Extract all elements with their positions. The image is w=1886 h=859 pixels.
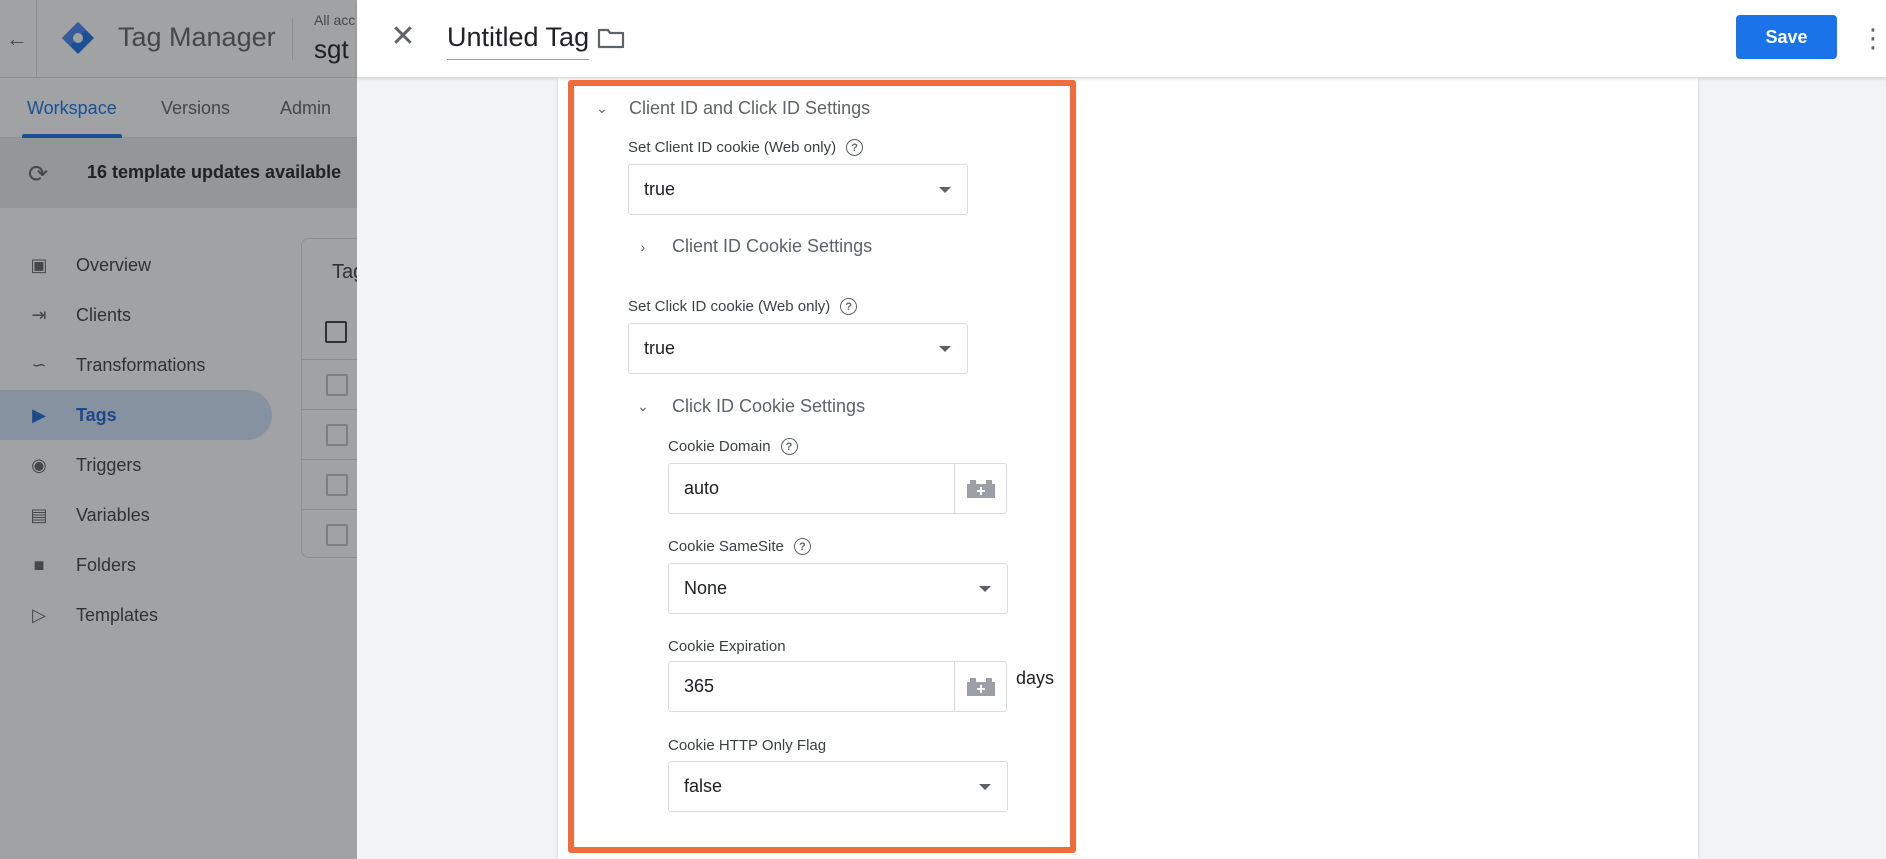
label-text: Cookie Domain [668, 438, 771, 455]
help-icon[interactable]: ? [780, 438, 798, 455]
section-title: Client ID and Click ID Settings [629, 98, 871, 118]
help-icon[interactable]: ? [840, 298, 858, 315]
tag-name-input[interactable]: Untitled Tag [447, 22, 590, 60]
help-icon[interactable]: ? [846, 139, 864, 156]
input-value[interactable]: 365 [669, 662, 954, 711]
click-id-cookie-settings-toggle[interactable]: ⌄ Click ID Cookie Settings [634, 396, 865, 417]
cookie-http-only-select[interactable]: false [668, 761, 1008, 812]
dropdown-arrow-icon [939, 346, 951, 352]
variable-brick-icon [966, 479, 995, 498]
select-value: false [684, 776, 723, 796]
cookie-samesite-label: Cookie SameSite ? [668, 538, 811, 555]
dropdown-arrow-icon [979, 586, 991, 592]
label-text: Cookie SameSite [668, 538, 784, 555]
chevron-down-icon: ⌄ [596, 100, 608, 116]
variable-picker-button[interactable] [954, 662, 1006, 711]
client-id-cookie-select[interactable]: true [628, 164, 968, 215]
label-text: Cookie Expiration [668, 638, 786, 655]
chevron-down-icon: ⌄ [637, 398, 649, 414]
variable-picker-button[interactable] [954, 464, 1006, 513]
client-id-cookie-label: Set Client ID cookie (Web only) ? [628, 139, 864, 156]
label-text: Cookie HTTP Only Flag [668, 737, 827, 754]
cookie-http-only-label: Cookie HTTP Only Flag [668, 737, 826, 754]
save-button[interactable]: Save [1736, 15, 1837, 59]
cookie-expiration-unit: days [1016, 668, 1055, 688]
subsection-title: Click ID Cookie Settings [672, 396, 866, 416]
client-id-cookie-settings-toggle[interactable]: › Client ID Cookie Settings [634, 236, 872, 257]
close-icon[interactable]: ✕ [387, 22, 419, 54]
select-value: true [644, 179, 676, 199]
folder-icon[interactable] [597, 26, 625, 50]
dropdown-arrow-icon [939, 187, 951, 193]
tag-editor-panel: ✕ Untitled Tag Save ⋮ [357, 0, 1886, 859]
cookie-samesite-select[interactable]: None [668, 563, 1008, 614]
help-icon[interactable]: ? [793, 538, 811, 555]
click-id-cookie-label: Set Click ID cookie (Web only) ? [628, 298, 858, 315]
label-text: Set Client ID cookie (Web only) [628, 139, 837, 156]
label-text: Set Click ID cookie (Web only) [628, 298, 831, 315]
chevron-right-icon: › [640, 238, 646, 255]
subsection-title: Client ID Cookie Settings [672, 236, 873, 256]
tag-editor-header: ✕ Untitled Tag Save ⋮ [357, 0, 1886, 78]
cookie-expiration-label: Cookie Expiration [668, 638, 786, 655]
variable-brick-icon [966, 677, 995, 696]
select-value: None [684, 578, 728, 598]
input-value[interactable]: auto [669, 464, 954, 513]
client-click-id-settings-toggle[interactable]: ⌄ Client ID and Click ID Settings [593, 98, 870, 119]
more-vert-icon[interactable]: ⋮ [1860, 20, 1886, 56]
cookie-expiration-input[interactable]: 365 [668, 661, 1007, 712]
click-id-cookie-select[interactable]: true [628, 323, 968, 374]
cookie-domain-input[interactable]: auto [668, 463, 1007, 514]
dropdown-arrow-icon [979, 784, 991, 790]
select-value: true [644, 338, 676, 358]
modal-scrim[interactable] [0, 0, 357, 859]
cookie-domain-label: Cookie Domain ? [668, 438, 798, 455]
